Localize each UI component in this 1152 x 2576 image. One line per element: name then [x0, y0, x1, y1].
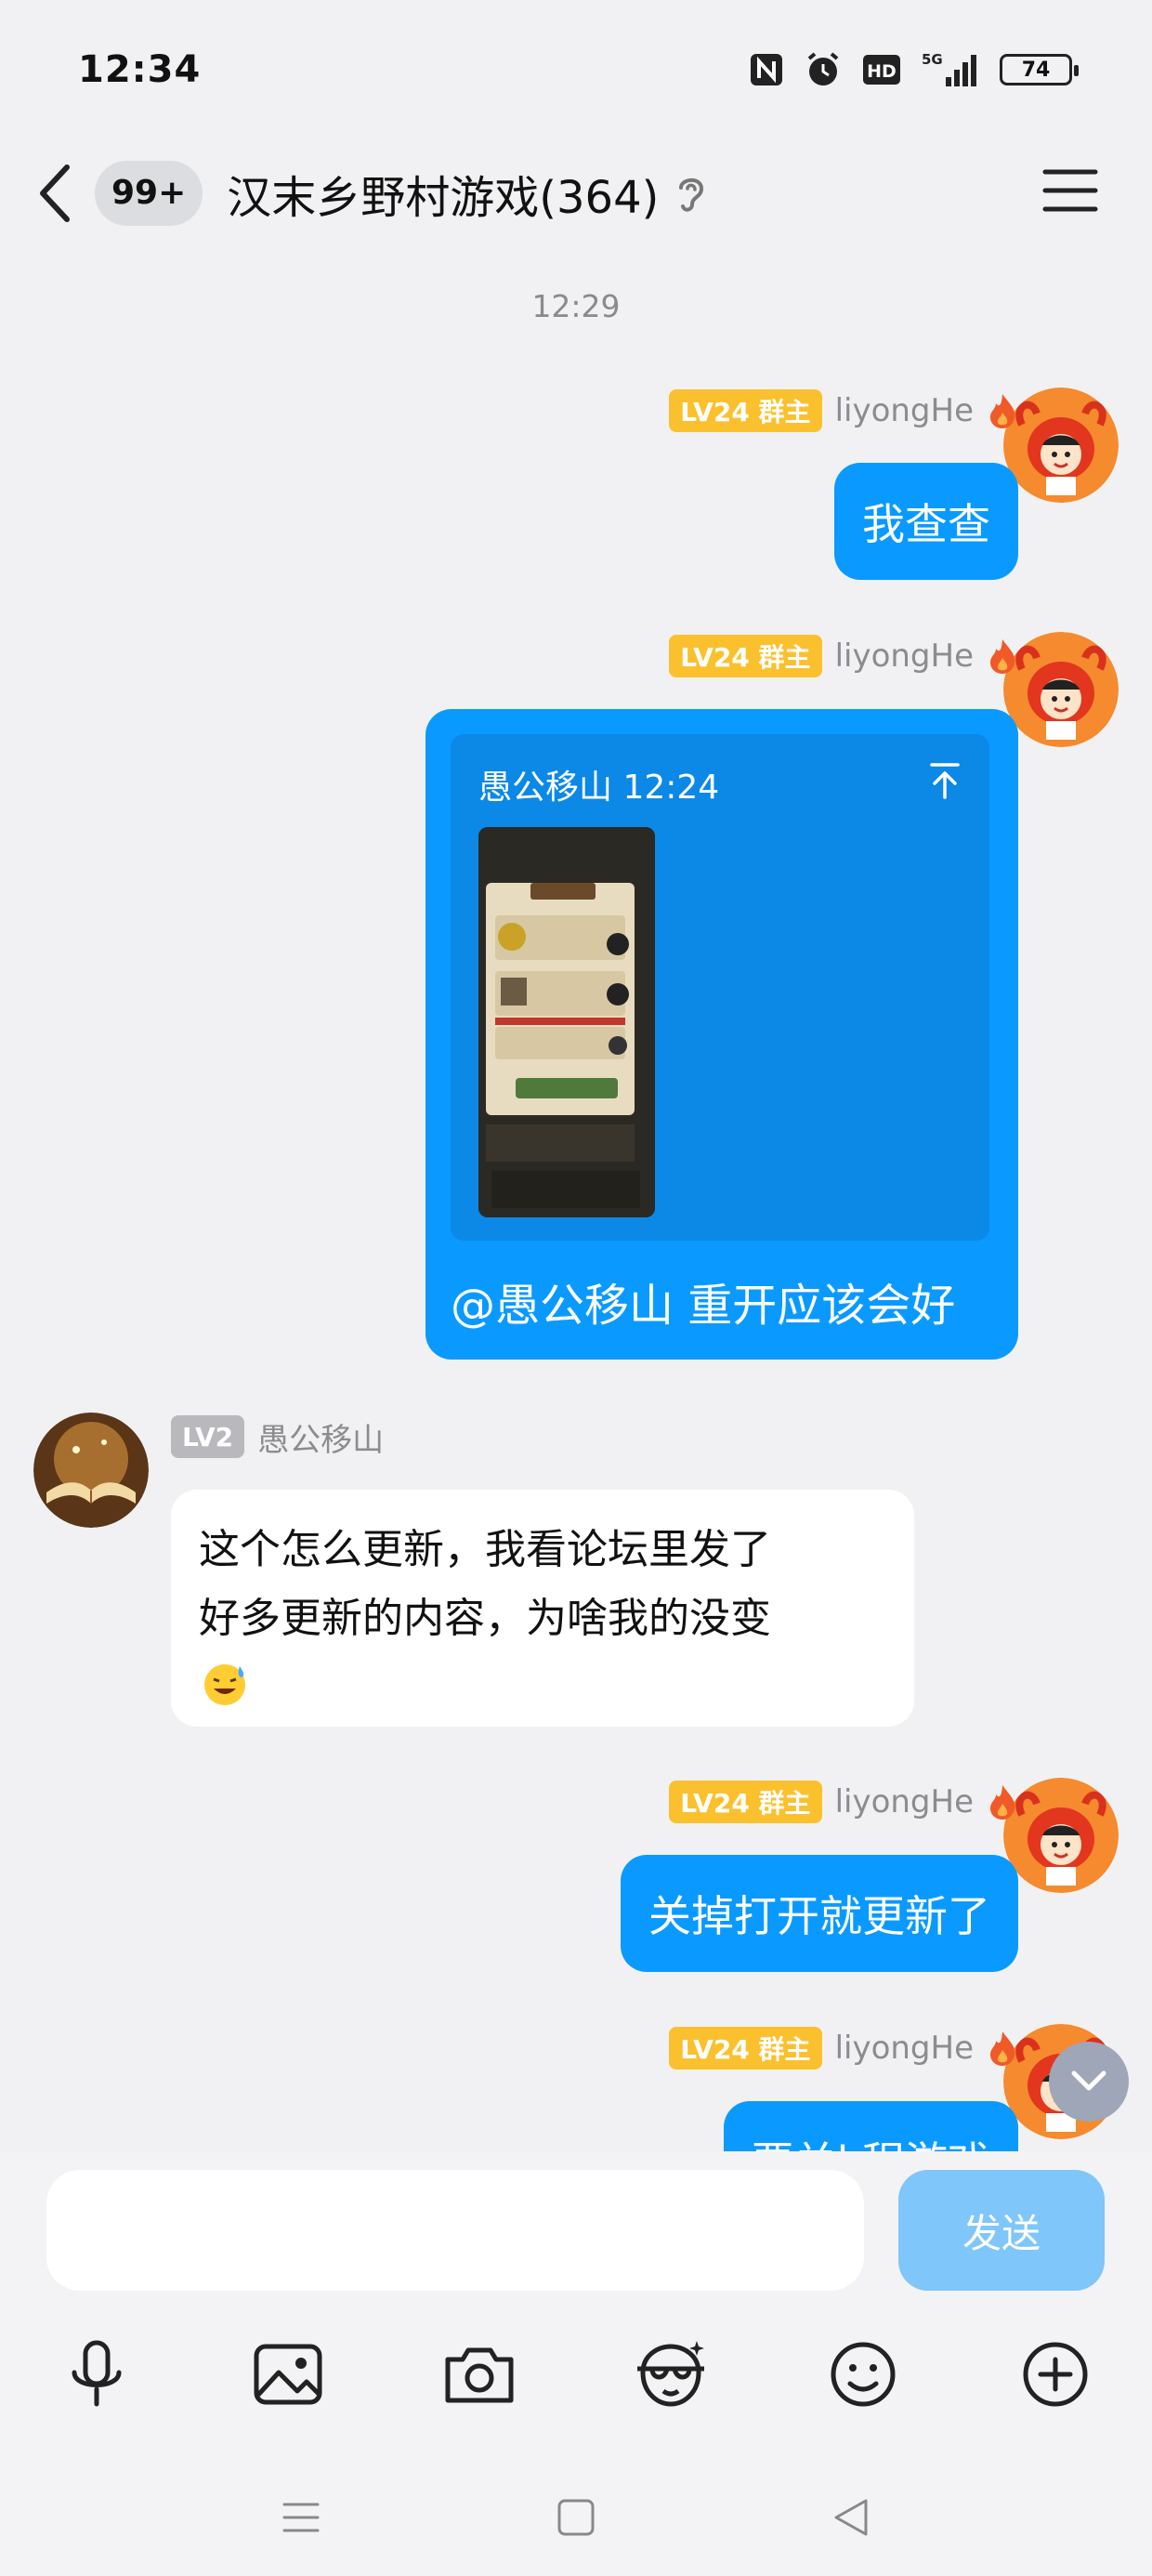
chat-header: 99+ 汉末乡野村游戏(364) — [0, 139, 1152, 246]
message-text: 要关l 程游戏 — [752, 2129, 990, 2151]
level-badge: LV24 群主 — [669, 1781, 822, 1823]
message-bubble[interactable]: 这个怎么更新，我看论坛里发了 好多更新的内容，为啥我的没变 — [171, 1490, 914, 1727]
message-text: 我查查 — [862, 499, 990, 549]
lobster-avatar-icon — [1003, 632, 1119, 747]
emoji-icon[interactable] — [824, 2335, 902, 2413]
avatar[interactable] — [1003, 632, 1119, 747]
home-icon[interactable] — [556, 2497, 596, 2538]
microphone-icon[interactable] — [58, 2335, 136, 2413]
message-meta: LV24 群主 liyongHe — [669, 1779, 1018, 1825]
status-icons: HD 5G 74 — [749, 51, 1079, 88]
avatar[interactable] — [1003, 388, 1119, 503]
message-bubble[interactable]: 关掉打开就更新了 — [621, 1855, 1018, 1972]
back-button[interactable] — [37, 156, 84, 230]
chat-timestamp: 12:29 — [531, 288, 621, 324]
level-badge: LV24 群主 — [669, 635, 822, 677]
lobster-avatar-icon — [1003, 1778, 1119, 1893]
group-title[interactable]: 汉末乡野村游戏(364) — [227, 161, 659, 226]
hd-icon: HD — [863, 55, 900, 85]
message-bubble[interactable]: 我查查 — [834, 463, 1018, 580]
send-button[interactable]: 发送 — [898, 2170, 1105, 2291]
status-bar: 12:34 HD 5G 74 — [0, 0, 1152, 139]
signal-5g-icon: 5G — [922, 51, 976, 86]
message-text-line: 这个怎么更新，我看论坛里发了 — [199, 1526, 771, 1573]
level-badge: LV2 — [171, 1415, 245, 1458]
sender-name[interactable]: 愚公移山 — [257, 1414, 384, 1460]
fire-icon — [990, 639, 1015, 674]
unread-count-badge[interactable]: 99+ — [95, 160, 203, 226]
book-avatar-icon — [33, 1413, 149, 1528]
message-meta: LV2 愚公移山 — [171, 1413, 384, 1460]
sender-name[interactable]: liyongHe — [835, 392, 974, 429]
avatar[interactable] — [33, 1413, 149, 1528]
plus-icon[interactable] — [1016, 2335, 1094, 2413]
ear-icon[interactable] — [675, 173, 707, 214]
fire-icon — [990, 394, 1015, 428]
scroll-to-bottom-button[interactable] — [1049, 2042, 1129, 2122]
chat-area[interactable]: 12:29 LV24 群主 liyongHe 我查查 LV24 群主 liyon… — [0, 246, 1152, 2151]
svg-text:5G: 5G — [922, 51, 943, 68]
message-text: @愚公移山 重开应该会好 — [451, 1280, 956, 1332]
camera-icon[interactable] — [440, 2335, 518, 2413]
hamburger-menu-icon — [1042, 169, 1098, 212]
status-time: 12:34 — [78, 48, 202, 91]
sender-name[interactable]: liyongHe — [835, 637, 974, 675]
quoted-header: 愚公移山 12:24 — [478, 769, 720, 807]
message-input[interactable] — [46, 2170, 864, 2291]
message-bubble[interactable]: 要关l 程游戏 — [723, 2101, 1018, 2151]
avatar[interactable] — [1003, 1778, 1119, 1893]
chevron-down-icon — [1071, 2070, 1106, 2091]
svg-text:HD: HD — [867, 61, 897, 82]
fire-icon — [990, 1785, 1015, 1820]
reply-message-bubble[interactable]: 愚公移山 12:24 @愚公移山 重开应该会好 — [425, 709, 1018, 1360]
composer-toolbar — [0, 2317, 1152, 2428]
jump-to-top-icon[interactable] — [928, 762, 962, 799]
message-meta: LV24 群主 liyongHe — [669, 2025, 1018, 2071]
level-badge: LV24 群主 — [669, 2027, 822, 2070]
lobster-avatar-icon — [1003, 388, 1119, 503]
battery-level: 74 — [1021, 58, 1051, 82]
recent-apps-icon[interactable] — [281, 2497, 321, 2538]
quoted-message-card[interactable]: 愚公移山 12:24 — [451, 734, 989, 1241]
quoted-screenshot-image[interactable] — [478, 827, 655, 1217]
menu-button[interactable] — [1042, 167, 1098, 217]
level-badge: LV24 群主 — [669, 389, 822, 432]
battery-icon: 74 — [1000, 54, 1079, 85]
system-navigation-bar — [0, 2465, 1152, 2576]
alarm-icon — [807, 52, 839, 85]
grinning-sweat-emoji — [204, 1664, 245, 1705]
message-text-line: 好多更新的内容，为啥我的没变 — [199, 1595, 771, 1642]
sender-name[interactable]: liyongHe — [835, 1783, 974, 1820]
composer-panel: 发送 — [0, 2151, 1152, 2576]
nfc-icon — [751, 54, 782, 85]
back-triangle-icon[interactable] — [831, 2497, 871, 2538]
message-meta: LV24 群主 liyongHe — [669, 633, 1018, 679]
image-icon[interactable] — [249, 2335, 327, 2413]
sender-name[interactable]: liyongHe — [835, 2030, 974, 2067]
fire-icon — [990, 2031, 1015, 2066]
game-screenshot-thumbnail — [478, 827, 655, 1217]
chevron-left-icon — [40, 164, 70, 222]
message-text: 关掉打开就更新了 — [648, 1891, 990, 1941]
message-meta: LV24 群主 liyongHe — [669, 388, 1018, 434]
face-filter-icon[interactable] — [632, 2335, 710, 2413]
